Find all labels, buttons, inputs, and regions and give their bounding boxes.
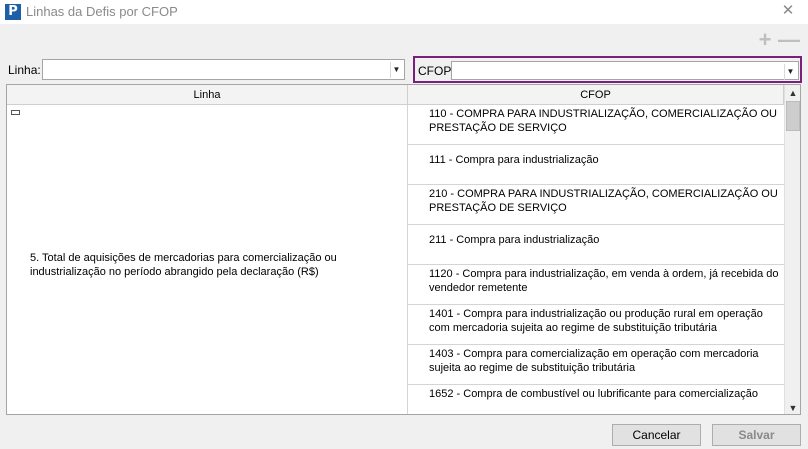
cfop-label: CFOP:: [418, 64, 455, 78]
table-row[interactable]: 111 - Compra para industrialização: [408, 145, 784, 185]
table-row[interactable]: 211 - Compra para industrialização: [408, 225, 784, 265]
linha-label: Linha:: [8, 63, 41, 77]
cfop-select[interactable]: ▼: [451, 61, 799, 80]
linha-select[interactable]: ▼: [42, 59, 405, 80]
linha-text: 5. Total de aquisições de mercadorias pa…: [30, 252, 337, 278]
table-row[interactable]: 110 - COMPRA PARA INDUSTRIALIZAÇÃO, COME…: [408, 105, 784, 145]
table-row[interactable]: 210 - COMPRA PARA INDUSTRIALIZAÇÃO, COME…: [408, 185, 784, 225]
save-button[interactable]: Salvar: [712, 424, 801, 446]
collapse-icon[interactable]: [11, 110, 20, 115]
cfop-cell: 1403 - Compra para comercialização em op…: [429, 348, 759, 374]
cfop-filter: CFOP: ▼: [413, 56, 802, 83]
scroll-up-icon[interactable]: ▲: [785, 85, 800, 101]
scroll-down-icon[interactable]: ▼: [785, 400, 800, 414]
cfop-cell: 211 - Compra para industrialização: [429, 234, 600, 246]
table-row[interactable]: 1403 - Compra para comercialização em op…: [408, 345, 784, 385]
column-header-linha[interactable]: Linha: [7, 85, 408, 105]
app-logo-icon: P: [5, 4, 21, 20]
table-row[interactable]: 1120 - Compra para industrialização, em …: [408, 265, 784, 305]
cfop-cell: 111 - Compra para industrialização: [429, 154, 599, 166]
window-title: Linhas da Defis por CFOP: [26, 4, 178, 19]
cfop-cell: 1120 - Compra para industrialização, em …: [429, 268, 779, 294]
table-row[interactable]: 1401 - Compra para industrialização ou p…: [408, 305, 784, 345]
scrollbar-thumb[interactable]: [786, 101, 800, 131]
remove-icon[interactable]: —: [778, 29, 800, 51]
linhas-grid: Linha CFOP 5. Total de aquisições de mer…: [6, 84, 801, 415]
cfop-list: 110 - COMPRA PARA INDUSTRIALIZAÇÃO, COME…: [408, 105, 784, 414]
linha-cell[interactable]: 5. Total de aquisições de mercadorias pa…: [7, 105, 408, 414]
cfop-cell: 1652 - Compra de combustível ou lubrific…: [429, 388, 758, 400]
column-header-cfop[interactable]: CFOP: [408, 85, 784, 105]
close-icon[interactable]: ✕: [780, 3, 796, 19]
table-row[interactable]: 1652 - Compra de combustível ou lubrific…: [408, 385, 784, 414]
cfop-cell: 110 - COMPRA PARA INDUSTRIALIZAÇÃO, COME…: [429, 108, 777, 134]
title-bar: P Linhas da Defis por CFOP ✕: [0, 0, 808, 24]
cancel-button[interactable]: Cancelar: [612, 424, 701, 446]
cfop-cell: 210 - COMPRA PARA INDUSTRIALIZAÇÃO, COME…: [429, 188, 778, 214]
chevron-down-icon[interactable]: ▼: [784, 64, 796, 80]
chevron-down-icon[interactable]: ▼: [390, 62, 402, 78]
cfop-cell: 1401 - Compra para industrialização ou p…: [429, 308, 763, 334]
vertical-scrollbar[interactable]: ▲ ▼: [784, 85, 800, 414]
add-icon[interactable]: +: [757, 29, 773, 51]
